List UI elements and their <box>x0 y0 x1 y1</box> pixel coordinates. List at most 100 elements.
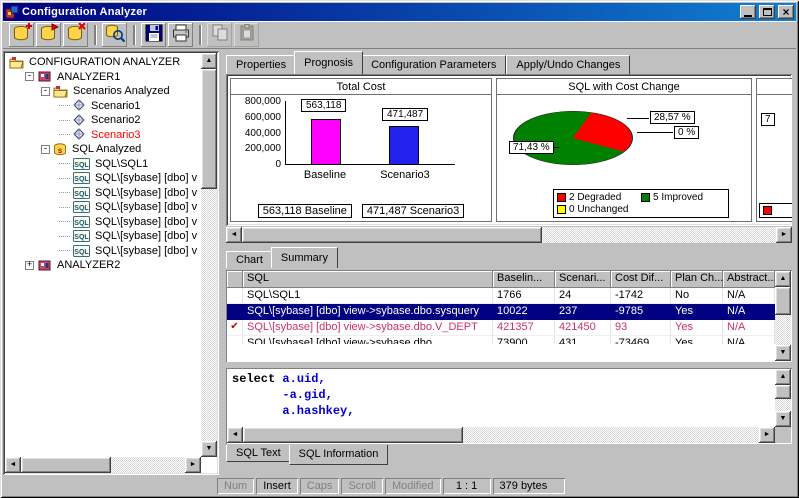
tree-item-scenario3[interactable]: Scenario3 <box>59 128 201 143</box>
tab-sql-information[interactable]: SQL Information <box>289 445 389 465</box>
collapse-toggle-icon[interactable]: - <box>41 87 50 96</box>
scroll-left-icon[interactable]: ◄ <box>227 427 243 443</box>
chart-area: Total Cost 800,000 600,000 400,000 200,0… <box>226 74 792 226</box>
scrollbar-track[interactable] <box>243 427 759 443</box>
tree-connector <box>59 192 70 193</box>
tree-item-sql[interactable]: SQL SQL\SQL1 <box>59 157 201 172</box>
tab-chart[interactable]: Chart <box>226 251 273 268</box>
table-row-changed[interactable]: ✔ SQL\[sybase] [dbo] view->sybase.dbo.V_… <box>227 320 775 336</box>
table-row-partial[interactable]: SQL\[sybase] [dbo] view->sybase.dbo. 739… <box>227 336 775 344</box>
save-button[interactable] <box>141 23 166 47</box>
folder-icon <box>53 85 68 98</box>
tree-item-sql[interactable]: SQL SQL\[sybase] [dbo] v <box>59 200 201 215</box>
tree-item-scenarios-analyzed[interactable]: - Scenarios Analyzed <box>41 84 201 99</box>
tree-item-sql[interactable]: SQL SQL\[sybase] [dbo] v <box>59 229 201 244</box>
sql-horizontal-scrollbar[interactable]: ◄ ► <box>227 427 775 443</box>
chart-title <box>757 79 792 95</box>
scrollbar-track[interactable] <box>775 287 791 345</box>
tree-vertical-scrollbar[interactable]: ▲ ▼ <box>201 53 217 457</box>
scrollbar-thumb[interactable] <box>201 69 217 189</box>
tree-item-label: Scenario2 <box>89 114 143 126</box>
tree-item-scenario2[interactable]: Scenario2 <box>59 113 201 128</box>
column-header-abstract[interactable]: Abstract... <box>723 271 775 288</box>
scrollbar-thumb[interactable] <box>21 457 111 473</box>
minimize-icon <box>744 15 752 17</box>
database-delete-button[interactable] <box>63 23 88 47</box>
column-header-cost-diff[interactable]: Cost Dif... <box>611 271 671 288</box>
tree-item-sql-analyzed[interactable]: - S SQL Analyzed <box>41 142 201 157</box>
tab-summary[interactable]: Summary <box>271 247 338 268</box>
scrollbar-track[interactable] <box>21 457 185 473</box>
tab-sql-text[interactable]: SQL Text <box>226 445 291 462</box>
tree-item-analyzer1[interactable]: - ANALYZER1 <box>25 70 201 85</box>
database-search-icon <box>105 23 125 46</box>
scrollbar-track[interactable] <box>775 385 791 411</box>
scrollbar-thumb[interactable] <box>775 385 791 399</box>
scroll-right-icon[interactable]: ► <box>185 457 201 473</box>
tab-prognosis[interactable]: Prognosis <box>294 51 363 74</box>
tab-properties[interactable]: Properties <box>226 55 296 74</box>
scrollbar-track[interactable] <box>201 69 217 441</box>
column-header-plan-changed[interactable]: Plan Ch... <box>671 271 723 288</box>
scroll-down-icon[interactable]: ▼ <box>775 411 791 427</box>
scroll-right-icon[interactable]: ► <box>776 227 792 243</box>
svg-text:SQL: SQL <box>74 220 89 227</box>
tree-item-analyzer2[interactable]: + ANALYZER2 <box>25 258 201 273</box>
scroll-up-icon[interactable]: ▲ <box>775 271 791 287</box>
tree-item-label: CONFIGURATION ANALYZER <box>27 56 182 68</box>
scroll-left-icon[interactable]: ◄ <box>5 457 21 473</box>
analyze-button[interactable] <box>102 23 127 47</box>
tree-item-label: SQL\[sybase] [dbo] v <box>93 201 199 213</box>
scroll-up-icon[interactable]: ▲ <box>775 369 791 385</box>
tree-item-sql[interactable]: SQL SQL\[sybase] [dbo] v <box>59 186 201 201</box>
tree-item-label: SQL Analyzed <box>70 143 143 155</box>
table-row-selected[interactable]: SQL\[sybase] [dbo] view->sybase.dbo.sysq… <box>227 304 775 320</box>
tree-item-sql[interactable]: SQL SQL\[sybase] [dbo] v <box>59 244 201 259</box>
scrollbar-track[interactable] <box>242 227 776 243</box>
scroll-right-icon[interactable]: ► <box>759 427 775 443</box>
tree-item-configuration-analyzer[interactable]: CONFIGURATION ANALYZER <box>9 55 201 70</box>
column-header-baseline[interactable]: Baselin... <box>493 271 555 288</box>
titlebar[interactable]: Configuration Analyzer × <box>3 3 796 21</box>
print-button[interactable] <box>168 23 193 47</box>
copy-button[interactable] <box>207 23 232 47</box>
minimize-button[interactable] <box>740 5 756 19</box>
tree-item-sql[interactable]: SQL SQL\[sybase] [dbo] v <box>59 171 201 186</box>
database-run-button[interactable] <box>36 23 61 47</box>
tab-apply-undo-changes[interactable]: Apply/Undo Changes <box>506 55 630 74</box>
tab-configuration-parameters[interactable]: Configuration Parameters <box>361 55 506 74</box>
chart-horizontal-scrollbar[interactable]: ◄ ► <box>226 227 792 243</box>
view-tab-strip: Chart Summary <box>226 247 792 268</box>
expand-toggle-icon[interactable]: + <box>25 261 34 270</box>
table-vertical-scrollbar[interactable]: ▲ ▼ <box>775 271 791 361</box>
tree-horizontal-scrollbar[interactable]: ◄ ► <box>5 457 201 473</box>
close-button[interactable]: × <box>778 5 794 19</box>
svg-text:SQL: SQL <box>74 191 89 198</box>
window-title: Configuration Analyzer <box>22 6 737 18</box>
database-add-button[interactable] <box>9 23 34 47</box>
database-delete-icon <box>66 23 86 46</box>
scroll-down-icon[interactable]: ▼ <box>201 441 217 457</box>
collapse-toggle-icon[interactable]: - <box>41 145 50 154</box>
paste-icon <box>237 23 257 46</box>
scrollbar-corner <box>775 427 791 443</box>
tree-item-sql[interactable]: SQL SQL\[sybase] [dbo] v <box>59 215 201 230</box>
sql-vertical-scrollbar[interactable]: ▲ ▼ <box>775 369 791 427</box>
column-header-marker[interactable] <box>227 271 243 288</box>
scroll-up-icon[interactable]: ▲ <box>201 53 217 69</box>
sql-text[interactable]: select a.uid, -a.gid, a.hashkey, <box>227 369 775 427</box>
maximize-button[interactable] <box>759 5 775 19</box>
scroll-left-icon[interactable]: ◄ <box>226 227 242 243</box>
tree-item-label: SQL\[sybase] [dbo] v <box>93 172 199 184</box>
scrollbar-thumb[interactable] <box>775 287 791 315</box>
paste-button[interactable] <box>234 23 259 47</box>
scrollbar-thumb[interactable] <box>242 227 542 243</box>
table-row[interactable]: SQL\SQL1 1766 24 -1742 No N/A <box>227 288 775 304</box>
collapse-toggle-icon[interactable]: - <box>25 72 34 81</box>
scrollbar-thumb[interactable] <box>243 427 463 443</box>
tree-item-scenario1[interactable]: Scenario1 <box>59 99 201 114</box>
column-header-sql[interactable]: SQL <box>243 271 493 288</box>
column-header-scenario[interactable]: Scenari... <box>555 271 611 288</box>
total-cost-chart: Total Cost 800,000 600,000 400,000 200,0… <box>230 78 492 222</box>
scroll-down-icon[interactable]: ▼ <box>775 345 791 361</box>
